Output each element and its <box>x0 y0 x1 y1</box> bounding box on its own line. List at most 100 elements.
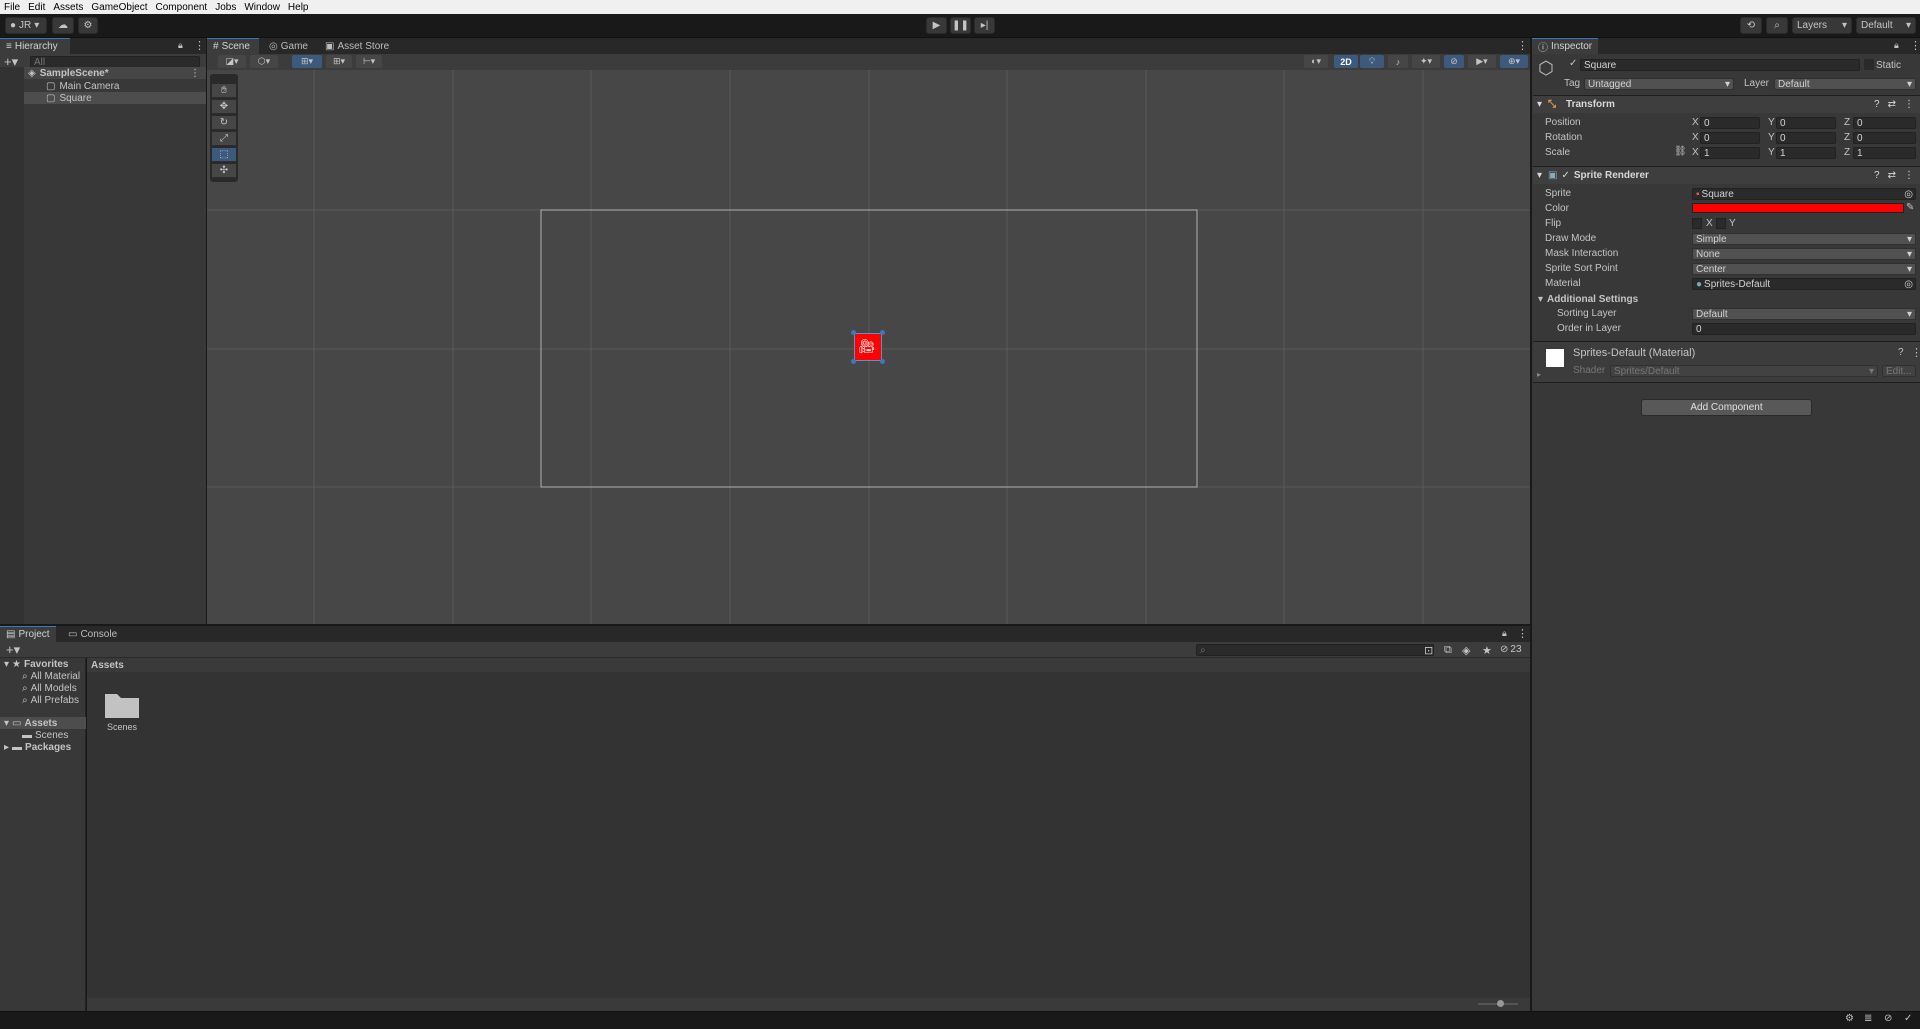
menu-jobs[interactable]: Jobs <box>211 2 240 13</box>
bug-icon[interactable]: ⚙ <box>1845 1013 1854 1024</box>
tree-all-material[interactable]: ⌕ All Material <box>22 670 80 682</box>
object-picker-icon[interactable]: ◎ <box>1904 189 1913 199</box>
layers-dropdown[interactable]: Layers ▾ <box>1792 17 1852 34</box>
lock-icon[interactable]: 🔒︎ <box>1502 628 1507 639</box>
expand-arrow-icon[interactable]: ▸ <box>1537 370 1541 379</box>
lighting-toggle[interactable]: 💡︎ <box>1360 55 1384 68</box>
mask-interaction-dropdown[interactable]: None ▾ <box>1692 248 1916 260</box>
tab-console[interactable]: ▭ Console <box>62 626 120 642</box>
tab-game[interactable]: ◎ Game <box>263 38 315 54</box>
collab-button[interactable]: ⚙ <box>78 17 98 34</box>
lock-icon[interactable]: 🔒︎ <box>1894 40 1899 51</box>
render-mode-dropdown[interactable]: ◐▾ <box>1304 55 1328 68</box>
static-checkbox[interactable] <box>1864 59 1874 70</box>
rect-handle[interactable] <box>851 359 856 364</box>
tree-all-models[interactable]: ⌕ All Models <box>22 682 77 694</box>
hierarchy-item-main-camera[interactable]: ▢ Main Camera <box>0 80 206 92</box>
zoom-slider-handle[interactable] <box>1497 1000 1504 1007</box>
grid-snap-dropdown[interactable]: ⊞▾ <box>292 55 322 68</box>
search-by-type-icon[interactable]: ⊡ <box>1424 644 1433 657</box>
asset-folder-scenes[interactable]: Scenes <box>102 688 142 740</box>
audio-toggle[interactable]: ♪ <box>1388 55 1408 68</box>
project-search-input[interactable]: ⌕ <box>1196 644 1434 656</box>
gizmos-dropdown[interactable]: ⊕▾ <box>1500 55 1528 68</box>
position-z-field[interactable]: 0 <box>1853 117 1916 129</box>
tab-asset-store[interactable]: ▣ Asset Store <box>319 38 399 54</box>
layout-dropdown[interactable]: Default ▾ <box>1856 17 1916 34</box>
menu-assets[interactable]: Assets <box>49 2 87 13</box>
cache-icon[interactable]: ⊘ <box>1884 1013 1892 1024</box>
enabled-checkbox[interactable]: ✓ <box>1561 170 1569 181</box>
tab-hierarchy[interactable]: ≡ Hierarchy <box>0 38 70 54</box>
position-x-field[interactable]: 0 <box>1700 117 1760 129</box>
gizmo-dropdown[interactable]: ⬡▾ <box>250 55 278 68</box>
preset-icon[interactable]: ⇄ <box>1888 99 1896 110</box>
more-menu-icon[interactable]: ⋮ <box>1911 346 1920 359</box>
effects-dropdown[interactable]: ✦▾ <box>1412 55 1440 68</box>
ruler-dropdown[interactable]: ⊢▾ <box>356 55 382 68</box>
transform-header[interactable]: ▾ ⤡ Transform ? ⇄ ⋮ <box>1533 95 1920 113</box>
snap-increment-dropdown[interactable]: ⊞▾ <box>326 55 352 68</box>
rect-handle[interactable] <box>880 330 885 335</box>
more-menu-icon[interactable]: ⋮ <box>1910 39 1920 52</box>
preset-icon[interactable]: ⇄ <box>1888 170 1896 181</box>
more-menu-icon[interactable]: ⋮ <box>194 39 205 52</box>
more-menu-icon[interactable]: ⋮ <box>1904 99 1914 110</box>
more-menu-icon[interactable]: ⋮ <box>1904 170 1914 181</box>
tree-scenes[interactable]: ▬ Scenes <box>22 729 68 741</box>
rotation-x-field[interactable]: 0 <box>1700 132 1760 144</box>
rotate-tool[interactable]: ↻ <box>212 116 236 130</box>
object-name-field[interactable]: Square <box>1580 59 1860 71</box>
help-icon[interactable]: ? <box>1874 170 1880 181</box>
help-icon[interactable]: ? <box>1874 99 1880 110</box>
active-checkbox[interactable]: ✓ <box>1569 58 1577 69</box>
object-picker-icon[interactable]: ◎ <box>1904 279 1913 289</box>
tree-all-prefabs[interactable]: ⌕ All Prefabs <box>22 694 79 706</box>
history-button[interactable]: ⟲ <box>1740 17 1762 34</box>
order-in-layer-field[interactable]: 0 <box>1692 323 1916 335</box>
tag-dropdown[interactable]: Untagged ▾ <box>1584 78 1734 90</box>
more-menu-icon[interactable]: ⋮ <box>1517 39 1528 52</box>
menu-gameobject[interactable]: GameObject <box>87 2 151 13</box>
account-dropdown[interactable]: ● JR ▾ <box>5 17 47 34</box>
menu-edit[interactable]: Edit <box>24 2 49 13</box>
position-y-field[interactable]: 0 <box>1776 117 1836 129</box>
filter-type-icon[interactable]: ⧉ <box>1444 644 1452 657</box>
scale-tool[interactable]: ⤢ <box>212 132 236 146</box>
more-menu-icon[interactable]: ⋮ <box>1517 627 1528 640</box>
add-component-button[interactable]: Add Component <box>1641 399 1812 416</box>
menu-window[interactable]: Window <box>240 2 284 13</box>
rotation-y-field[interactable]: 0 <box>1776 132 1836 144</box>
transform-tool[interactable]: ✣ <box>212 164 236 178</box>
scene-row[interactable]: ◈ SampleScene* ⋮ <box>0 67 206 79</box>
constrain-proportions-icon[interactable]: ⛓︎ <box>1674 146 1687 157</box>
favorite-star-icon[interactable]: ★ <box>1482 644 1492 657</box>
hidden-packages-toggle[interactable]: ⊘ 23 <box>1500 644 1522 655</box>
shader-edit-button[interactable]: Edit... <box>1882 365 1916 377</box>
tree-assets[interactable]: ▾ ▭ Assets <box>0 717 86 729</box>
visibility-toggle[interactable]: ⊘ <box>1444 55 1464 68</box>
move-tool[interactable]: ✥ <box>212 100 236 114</box>
cloud-button[interactable]: ☁ <box>52 17 74 34</box>
hand-tool[interactable]: ✋︎ <box>212 84 236 98</box>
layers-status-icon[interactable]: ≣ <box>1864 1013 1872 1024</box>
camera-dropdown[interactable]: ▶▾ <box>1468 55 1496 68</box>
mode-2d-toggle[interactable]: 2D <box>1334 55 1358 68</box>
rect-handle[interactable] <box>880 359 885 364</box>
search-button[interactable]: ⌕ <box>1766 17 1788 34</box>
tab-project[interactable]: ▤ Project <box>0 626 56 642</box>
lock-icon[interactable]: 🔒︎ <box>178 40 183 51</box>
add-icon[interactable]: +▾ <box>6 642 20 658</box>
rect-handle[interactable] <box>851 330 856 335</box>
help-icon[interactable]: ? <box>1898 347 1904 358</box>
pause-button[interactable]: ❚❚ <box>950 17 971 34</box>
menu-help[interactable]: Help <box>284 2 313 13</box>
scale-x-field[interactable]: 1 <box>1700 147 1760 159</box>
label-icon[interactable]: ◈ <box>1462 644 1470 657</box>
menu-file[interactable]: File <box>0 2 24 13</box>
additional-settings-foldout[interactable]: ▾ Additional Settings <box>1538 293 1638 305</box>
material-field[interactable]: ● Sprites-Default ◎ <box>1692 278 1916 290</box>
sorting-layer-dropdown[interactable]: Default ▾ <box>1692 308 1916 320</box>
flip-y-checkbox[interactable] <box>1716 218 1726 229</box>
breadcrumb-assets[interactable]: Assets <box>91 660 124 671</box>
